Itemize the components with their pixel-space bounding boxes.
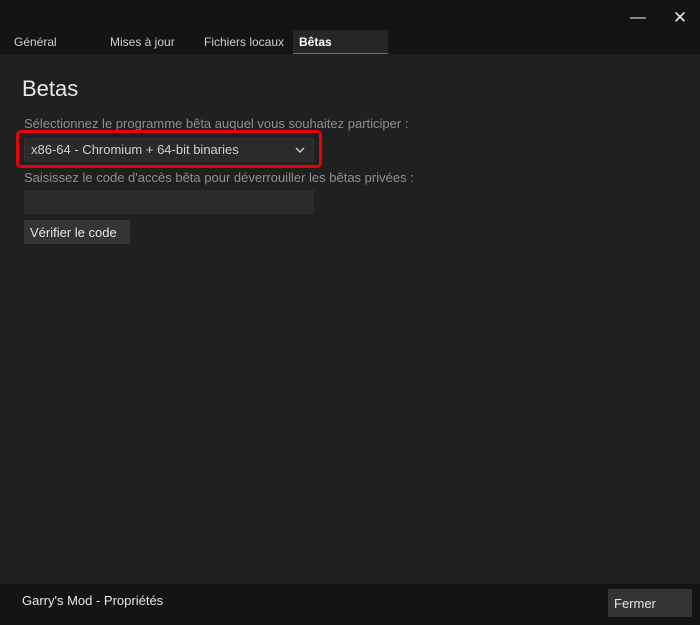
beta-dropdown[interactable]: x86-64 - Chromium + 64-bit binaries — [24, 138, 314, 162]
verify-code-button[interactable]: Vérifier le code — [24, 220, 130, 244]
tab-general[interactable]: Général — [14, 30, 57, 54]
tab-bar: Général Mises à jour Fichiers locaux Bêt… — [0, 30, 700, 54]
close-icon[interactable]: ✕ — [668, 6, 692, 30]
tab-betas[interactable]: Bêtas — [293, 30, 388, 54]
page-title: Betas — [22, 76, 79, 101]
window-title: Garry's Mod - Propriétés — [22, 593, 164, 608]
title-bar: — ✕ — [0, 0, 700, 30]
tab-updates[interactable]: Mises à jour — [110, 30, 175, 54]
beta-dropdown-value: x86-64 - Chromium + 64-bit binaries — [31, 142, 239, 157]
close-button[interactable]: Fermer — [608, 589, 692, 617]
chevron-down-icon — [295, 147, 305, 153]
minimize-icon[interactable]: — — [626, 6, 650, 30]
footer-bar: Garry's Mod - Propriétés Fermer — [0, 584, 700, 625]
access-code-input[interactable] — [24, 190, 314, 214]
tab-local-files[interactable]: Fichiers locaux — [204, 30, 284, 54]
select-beta-label: Sélectionnez le programme bêta auquel vo… — [24, 116, 409, 131]
betas-panel: Betas Sélectionnez le programme bêta auq… — [0, 54, 700, 584]
access-code-label: Saisissez le code d'accès bêta pour déve… — [24, 170, 414, 185]
